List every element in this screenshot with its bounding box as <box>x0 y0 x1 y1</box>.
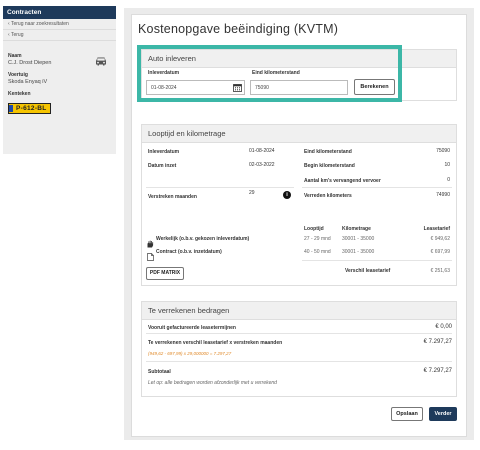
row2-looptijd: 40 - 50 mnd <box>304 249 331 255</box>
col-header-leasetarief: Leasetarief <box>423 226 450 232</box>
left-value-1: 01-08-2024 <box>249 148 275 154</box>
row1-tarief: € 949,62 <box>430 236 450 242</box>
row1-km: 30001 - 35000 <box>342 236 375 242</box>
verschil-totaal-value: € 7.297,27 <box>423 339 452 345</box>
plate-label: Kenteken <box>8 91 31 97</box>
plate-value: P-612-BL <box>16 105 47 112</box>
row2-tarief: € 697,99 <box>430 249 450 255</box>
vehicle-value: Skoda Enyaq iV <box>8 79 48 85</box>
left-value-3: 29 <box>249 190 255 196</box>
formula-text: (949,62 - 697,99) x 29,000000 = 7.297,27 <box>148 351 232 356</box>
right-value-1: 75090 <box>436 148 450 154</box>
verschil-totaal-label: Te verrekenen verschil leasetarief x ver… <box>148 340 283 346</box>
table-row-werkelijk: Werkelijk (o.b.v. gekozen inleverdatum) <box>156 236 250 242</box>
col-header-looptijd: Looptijd <box>304 226 324 232</box>
subtotaal-value: € 7.297,27 <box>423 368 452 374</box>
divider <box>146 187 294 188</box>
right-label-1: Eind kilometerstand <box>304 149 352 155</box>
right-value-2: 10 <box>444 162 450 168</box>
verschil-value: € 251,63 <box>430 268 450 274</box>
col-header-kilometrage: Kilometrage <box>342 226 371 232</box>
verrekenen-header: Te verrekenen bedragen <box>142 302 456 320</box>
divider <box>302 187 452 188</box>
sidebar-header: Contracten <box>3 6 116 19</box>
vehicle-label: Voertuig <box>8 72 28 78</box>
sidebar: Contracten ‹ Terug naar zoekresultaten ‹… <box>3 6 116 154</box>
subtotaal-label: Subtotaal <box>148 369 171 375</box>
highlight-box <box>137 45 402 102</box>
right-value-3: 0 <box>447 177 450 183</box>
right-label-3: Aantal km's vervangend vervoer <box>304 178 381 184</box>
vooruit-value: € 0,00 <box>435 324 452 330</box>
row2-km: 30001 - 35000 <box>342 249 375 255</box>
car-icon <box>94 53 108 71</box>
row1-looptijd: 27 - 29 mnd <box>304 236 331 242</box>
verder-button[interactable]: Verder <box>429 407 457 421</box>
back-to-results-link[interactable]: ‹ Terug naar zoekresultaten <box>3 19 116 30</box>
left-label-1: Inleverdatum <box>148 149 180 155</box>
right-label-2: Begin kilometerstand <box>304 163 355 169</box>
left-label-2: Datum inzet <box>148 163 177 169</box>
opslaan-button[interactable]: Opslaan <box>391 407 423 421</box>
page-title: Kostenopgave beëindiging (KVTM) <box>138 22 339 36</box>
info-icon[interactable]: i <box>283 191 291 199</box>
right-label-4: Verreden kilometers <box>304 193 352 199</box>
divider <box>302 260 452 261</box>
note-text: Let op: alle bedragen worden afzonderlij… <box>148 380 277 386</box>
document-icon <box>147 248 154 266</box>
looptijd-header: Looptijd en kilometrage <box>142 125 456 143</box>
license-plate: P-612-BL <box>8 102 51 114</box>
left-label-3: Verstreken maanden <box>148 194 197 200</box>
verschil-label: Verschil leasetarief <box>345 268 391 274</box>
table-row-contract: Contract (o.b.v. inzetdatum) <box>156 249 222 255</box>
divider <box>146 361 452 362</box>
pdf-matrix-button[interactable]: PDF MATRIX <box>146 267 184 280</box>
divider <box>146 333 452 334</box>
contract-info: Naam C.J. Drost Diepen Voertuig Skoda En… <box>3 41 116 121</box>
vooruit-label: Vooruit gefactureerde leasetermijnen <box>148 325 236 331</box>
left-value-2: 02-03-2022 <box>249 162 275 168</box>
back-link[interactable]: ‹ Terug <box>3 30 116 41</box>
right-value-4: 74990 <box>436 192 450 198</box>
